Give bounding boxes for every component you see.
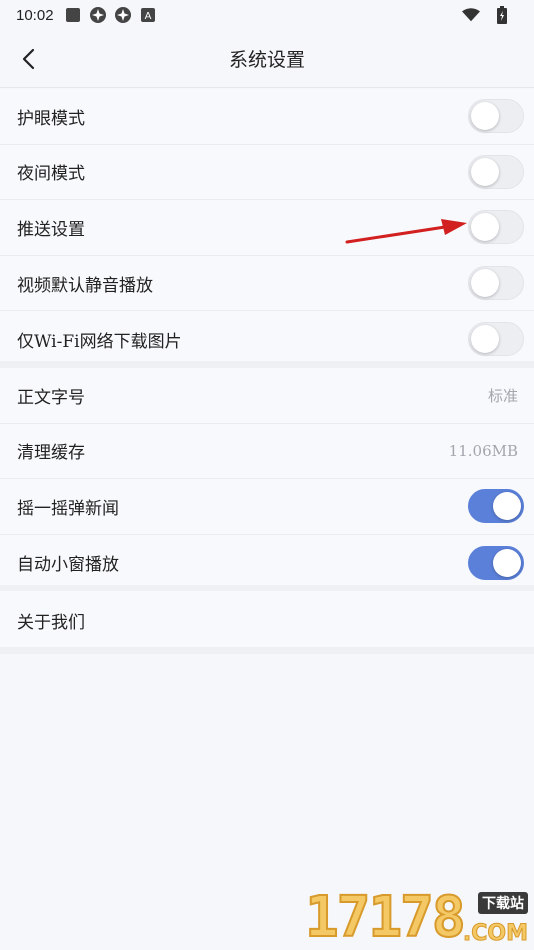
font-size-value: 标准 bbox=[487, 386, 518, 405]
push-toggle[interactable] bbox=[468, 210, 524, 245]
cache-size-value: 11.06MB bbox=[448, 441, 518, 460]
setting-label: 仅Wi-Fi网络下载图片 bbox=[17, 331, 182, 352]
annotation-arrow-icon bbox=[345, 219, 467, 244]
watermark-digits: 17178 bbox=[304, 885, 467, 950]
video-mute-toggle[interactable] bbox=[468, 266, 524, 301]
watermark-tag: 下载站 bbox=[478, 892, 528, 914]
svg-text:A: A bbox=[144, 11, 151, 22]
setting-label: 摇一摇弹新闻 bbox=[17, 498, 119, 519]
setting-row-shake-news: 摇一摇弹新闻 bbox=[0, 479, 534, 535]
wifi-icon bbox=[462, 6, 480, 24]
setting-row-eye-care: 护眼模式 bbox=[0, 89, 534, 145]
setting-row-wifi-images: 仅Wi-Fi网络下载图片 bbox=[0, 311, 534, 367]
night-mode-toggle[interactable] bbox=[468, 154, 524, 189]
setting-label: 护眼模式 bbox=[17, 108, 85, 129]
settings-group-general: 正文字号 标准 清理缓存 11.06MB 摇一摇弹新闻 自动小窗播放 bbox=[0, 368, 534, 591]
chevron-left-icon bbox=[22, 48, 35, 70]
setting-row-video-mute: 视频默认静音播放 bbox=[0, 256, 534, 312]
settings-group-about: 关于我们 bbox=[0, 591, 534, 649]
status-bar: 10:02 A bbox=[0, 0, 534, 30]
nav-bar: 系统设置 bbox=[0, 30, 534, 88]
setting-label: 自动小窗播放 bbox=[17, 555, 119, 576]
status-time: 10:02 bbox=[16, 6, 54, 24]
pinwheel-icon bbox=[89, 6, 107, 24]
shake-news-toggle[interactable] bbox=[468, 489, 524, 524]
eye-care-toggle[interactable] bbox=[468, 99, 524, 134]
a-badge-icon: A bbox=[139, 6, 157, 24]
wifi-images-toggle[interactable] bbox=[468, 322, 524, 357]
mini-window-toggle[interactable] bbox=[468, 545, 524, 580]
group-divider bbox=[0, 361, 534, 368]
setting-row-about[interactable]: 关于我们 bbox=[0, 591, 534, 649]
setting-label: 视频默认静音播放 bbox=[17, 275, 153, 296]
page-title: 系统设置 bbox=[228, 49, 305, 71]
setting-row-night-mode: 夜间模式 bbox=[0, 145, 534, 201]
setting-row-font-size[interactable]: 正文字号 标准 bbox=[0, 368, 534, 424]
setting-label: 清理缓存 bbox=[17, 443, 85, 464]
setting-label: 关于我们 bbox=[17, 612, 85, 633]
back-button[interactable] bbox=[14, 44, 44, 74]
setting-label: 夜间模式 bbox=[17, 164, 85, 185]
watermark-suffix: .COM bbox=[462, 921, 528, 947]
setting-row-clear-cache[interactable]: 清理缓存 11.06MB bbox=[0, 424, 534, 480]
setting-label: 正文字号 bbox=[17, 387, 85, 408]
pinwheel-icon bbox=[114, 6, 132, 24]
square-icon bbox=[64, 6, 82, 24]
watermark-logo: 17178 下载站 .COM bbox=[304, 885, 530, 950]
setting-row-mini-window: 自动小窗播放 bbox=[0, 535, 534, 591]
battery-icon bbox=[493, 6, 511, 24]
group-divider bbox=[0, 647, 534, 654]
setting-label: 推送设置 bbox=[17, 219, 85, 240]
